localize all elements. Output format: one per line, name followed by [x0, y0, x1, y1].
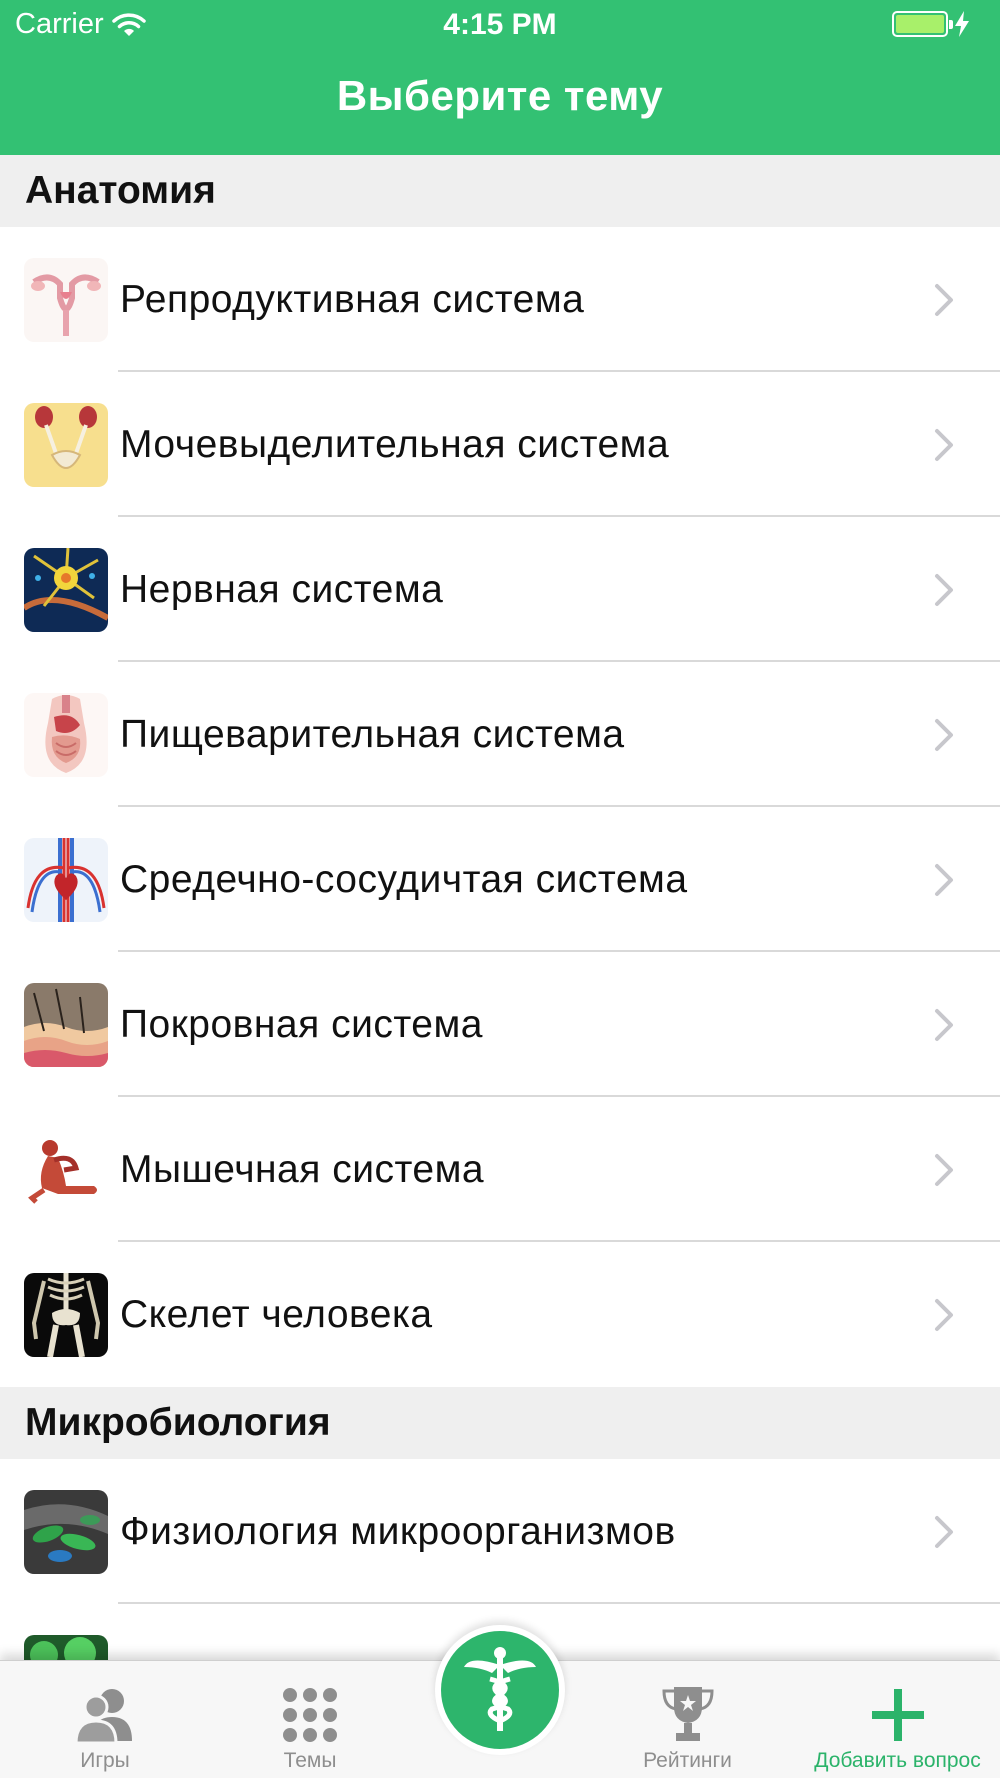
list-item-skeleton[interactable]: Скелет человека: [0, 1242, 1000, 1387]
tab-center-button[interactable]: [435, 1625, 565, 1755]
section-header-anatomy: Анатомия: [0, 155, 1000, 227]
chevron-right-icon: [935, 1008, 953, 1041]
chevron-right-icon: [935, 1153, 953, 1186]
chevron-right-icon: [935, 1298, 953, 1331]
topics-list[interactable]: Анатомия Репродуктивная система Мочевыде…: [0, 155, 1000, 1660]
trophy-icon: [661, 1687, 714, 1741]
tab-label: Игры: [80, 1749, 130, 1772]
section-header-microbiology: Микробиология: [0, 1387, 1000, 1459]
nervous-system-image: [24, 547, 108, 632]
list-item-label: Скелет человека: [120, 1292, 433, 1336]
page-title: Выберите тему: [336, 72, 664, 119]
tab-games[interactable]: Игры: [40, 1661, 170, 1778]
chevron-right-icon: [935, 718, 953, 751]
plus-icon: [871, 1689, 924, 1741]
caduceus-icon: [464, 1647, 536, 1731]
muscular-system-image: [24, 1127, 108, 1212]
skeleton-image: [24, 1272, 108, 1357]
chevron-right-icon: [935, 428, 953, 461]
urinary-system-image: [24, 402, 108, 487]
battery-indicator: [892, 11, 970, 37]
top-bar: Carrier 4:15 PM Выберите тему: [0, 0, 1000, 155]
tab-label: Темы: [283, 1749, 337, 1772]
list-item-muscular[interactable]: Мышечная система: [0, 1097, 1000, 1242]
chevron-right-icon: [935, 283, 953, 316]
list-item-urinary[interactable]: Мочевыделительная система: [0, 372, 1000, 517]
bacteria-image: [24, 1634, 108, 1660]
digestive-system-image: [24, 692, 108, 777]
list-item-label: Средечно-сосудичтая система: [120, 857, 688, 901]
list-item-label: Репродуктивная система: [120, 277, 585, 321]
list-item-integumentary[interactable]: Покровная система: [0, 952, 1000, 1097]
status-bar: Carrier 4:15 PM: [0, 0, 1000, 50]
status-time: 4:15 PM: [443, 8, 557, 41]
list-item-label: Нервная система: [120, 567, 444, 611]
tab-label: Добавить вопрос: [814, 1749, 981, 1772]
cardiovascular-system-image: [24, 837, 108, 922]
tab-label: Рейтинги: [643, 1749, 732, 1772]
list-item-label: Мочевыделительная система: [120, 422, 670, 466]
chevron-right-icon: [935, 1515, 953, 1548]
users-icon: [74, 1689, 132, 1743]
tab-add-question[interactable]: Добавить вопрос: [800, 1661, 995, 1778]
chevron-right-icon: [935, 863, 953, 896]
list-item-reproductive[interactable]: Репродуктивная система: [0, 227, 1000, 372]
list-item-cardiovascular[interactable]: Средечно-сосудичтая система: [0, 807, 1000, 952]
list-item-microorganisms[interactable]: Физиология микроорганизмов: [0, 1459, 1000, 1604]
reproductive-system-image: [24, 257, 108, 342]
battery-icon: [892, 11, 953, 37]
tab-center-circle: [441, 1631, 559, 1749]
charging-bolt-icon: [955, 11, 969, 37]
list-item-nervous[interactable]: Нервная система: [0, 517, 1000, 662]
list-item-label: Физиология микроорганизмов: [120, 1509, 676, 1553]
list-item-label: Пищеварительная система: [120, 712, 625, 756]
integumentary-system-image: [24, 982, 108, 1067]
grid-icon: [283, 1688, 337, 1742]
list-item-digestive[interactable]: Пищеварительная система: [0, 662, 1000, 807]
tab-ratings[interactable]: Рейтинги: [625, 1661, 750, 1778]
tab-topics[interactable]: Темы: [245, 1661, 375, 1778]
chevron-right-icon: [935, 573, 953, 606]
list-item-label: Мышечная система: [120, 1147, 485, 1191]
microorganisms-image: [24, 1489, 108, 1574]
list-item-label: Покровная система: [120, 1002, 483, 1046]
